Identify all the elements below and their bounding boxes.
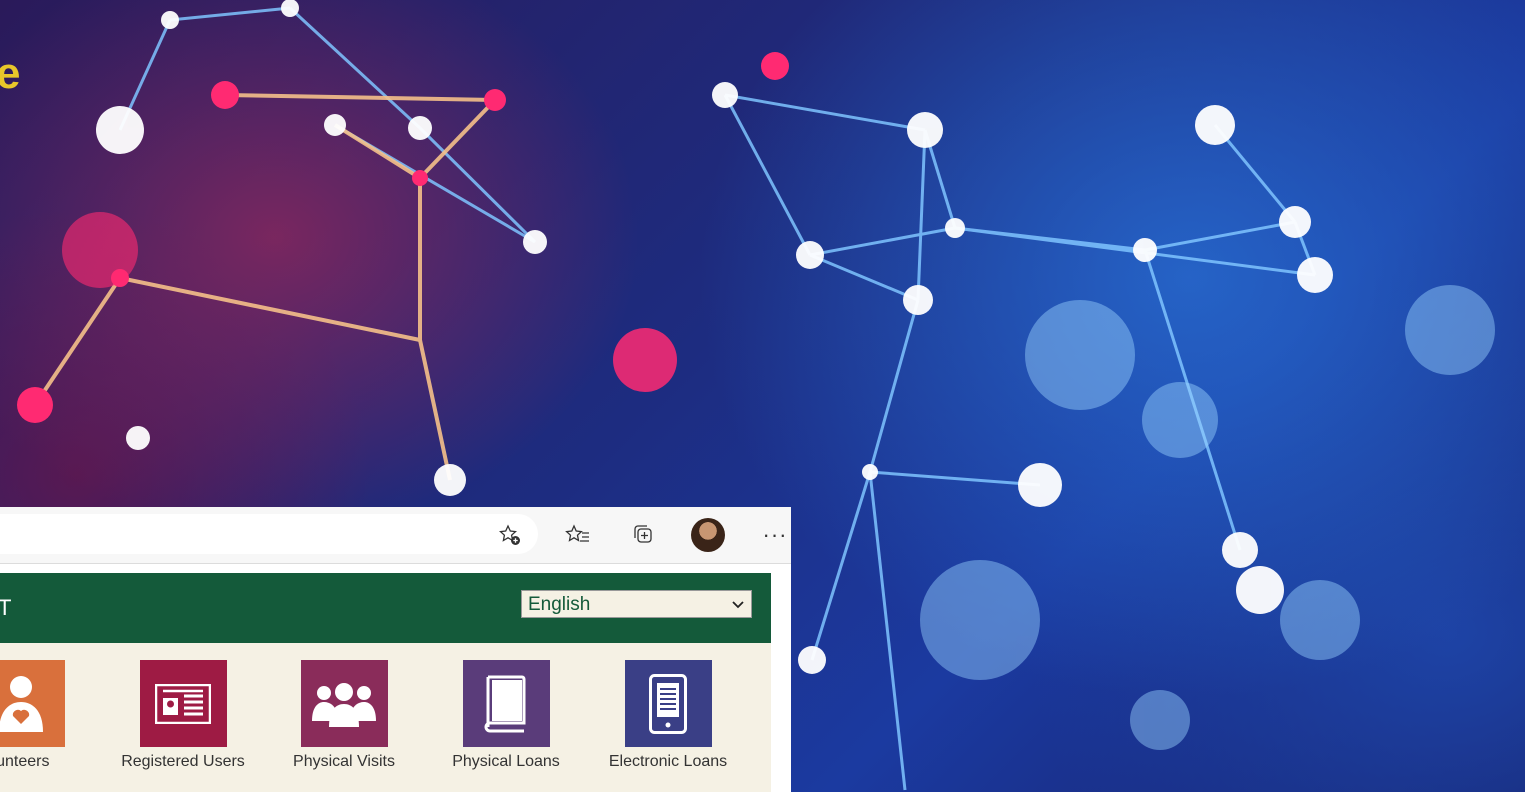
stat-label: Physical Loans — [452, 753, 560, 770]
stat-label: Electronic Loans — [608, 753, 728, 770]
add-to-favorites-button[interactable] — [492, 517, 528, 553]
registered-users-tile — [139, 660, 227, 747]
background-heading-fragment: e — [0, 49, 21, 98]
stat-label: lunteers — [0, 753, 50, 770]
collections-button[interactable] — [625, 517, 661, 553]
site-header: T English — [0, 573, 771, 643]
stat-physical-visits[interactable]: Physical Visits — [264, 660, 424, 771]
physical-loans-tile — [462, 660, 550, 747]
more-icon: ··· — [762, 522, 788, 547]
collections-icon — [634, 525, 652, 543]
stat-registered-users[interactable]: Registered Users — [103, 660, 263, 771]
book-icon — [484, 675, 526, 732]
language-select[interactable]: English — [521, 590, 752, 618]
volunteer-tile — [0, 660, 65, 747]
tablet-icon — [649, 673, 687, 734]
volunteer-icon — [0, 675, 43, 732]
stat-electronic-loans[interactable]: Electronic Loans — [588, 660, 748, 771]
address-bar[interactable] — [0, 514, 538, 554]
physical-visits-tile — [300, 660, 388, 747]
stat-physical-loans[interactable]: Physical Loans — [426, 660, 586, 771]
profile-button[interactable] — [690, 517, 726, 553]
group-icon — [312, 682, 376, 727]
site-title-fragment: T — [0, 595, 12, 620]
electronic-loans-tile — [624, 660, 712, 747]
chevron-down-icon — [732, 601, 744, 609]
favorites-icon — [565, 524, 589, 542]
stat-label: Registered Users — [121, 753, 245, 770]
profile-avatar — [691, 518, 725, 552]
favorites-button[interactable] — [560, 517, 596, 553]
add-favorite-icon — [499, 524, 520, 545]
more-options-button[interactable]: ··· — [757, 517, 791, 553]
web-page: T English lunteers — [0, 573, 771, 792]
browser-toolbar: ··· — [0, 507, 791, 564]
id-card-icon — [155, 683, 211, 724]
language-select-value: English — [528, 594, 591, 615]
stat-label: Physical Visits — [293, 753, 395, 770]
stat-volunteers[interactable]: lunteers — [0, 660, 101, 771]
browser-window: ··· T English lunteers — [0, 507, 791, 792]
